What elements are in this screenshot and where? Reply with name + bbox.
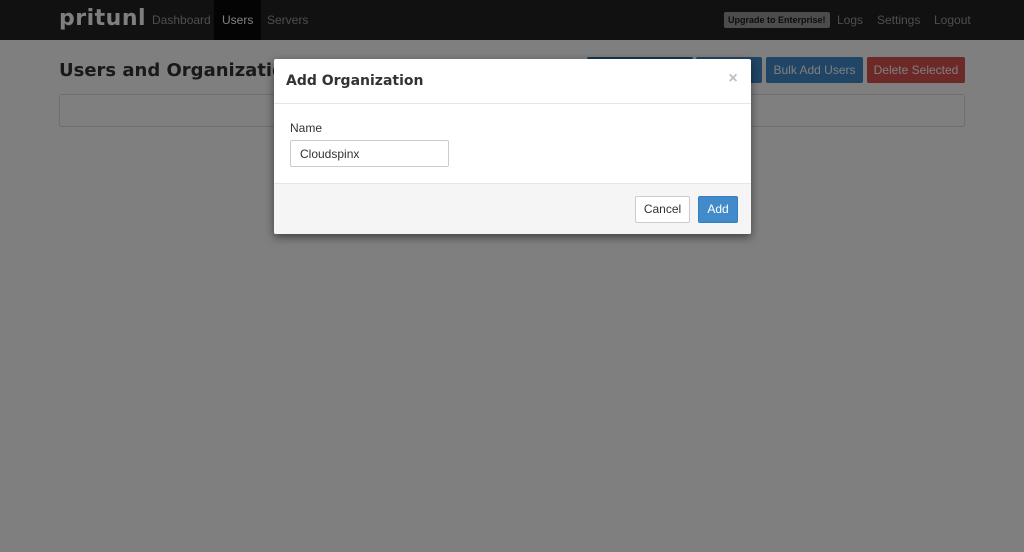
modal-header: Add Organization × (274, 59, 751, 104)
modal-footer: Cancel Add (274, 183, 751, 234)
add-button[interactable]: Add (698, 196, 738, 223)
name-label: Name (290, 121, 323, 135)
add-organization-modal: Add Organization × Name Cancel Add (274, 59, 751, 234)
close-icon[interactable]: × (726, 71, 740, 87)
cancel-button[interactable]: Cancel (635, 196, 690, 223)
organization-name-input[interactable] (290, 140, 449, 167)
modal-title: Add Organization (286, 73, 424, 89)
